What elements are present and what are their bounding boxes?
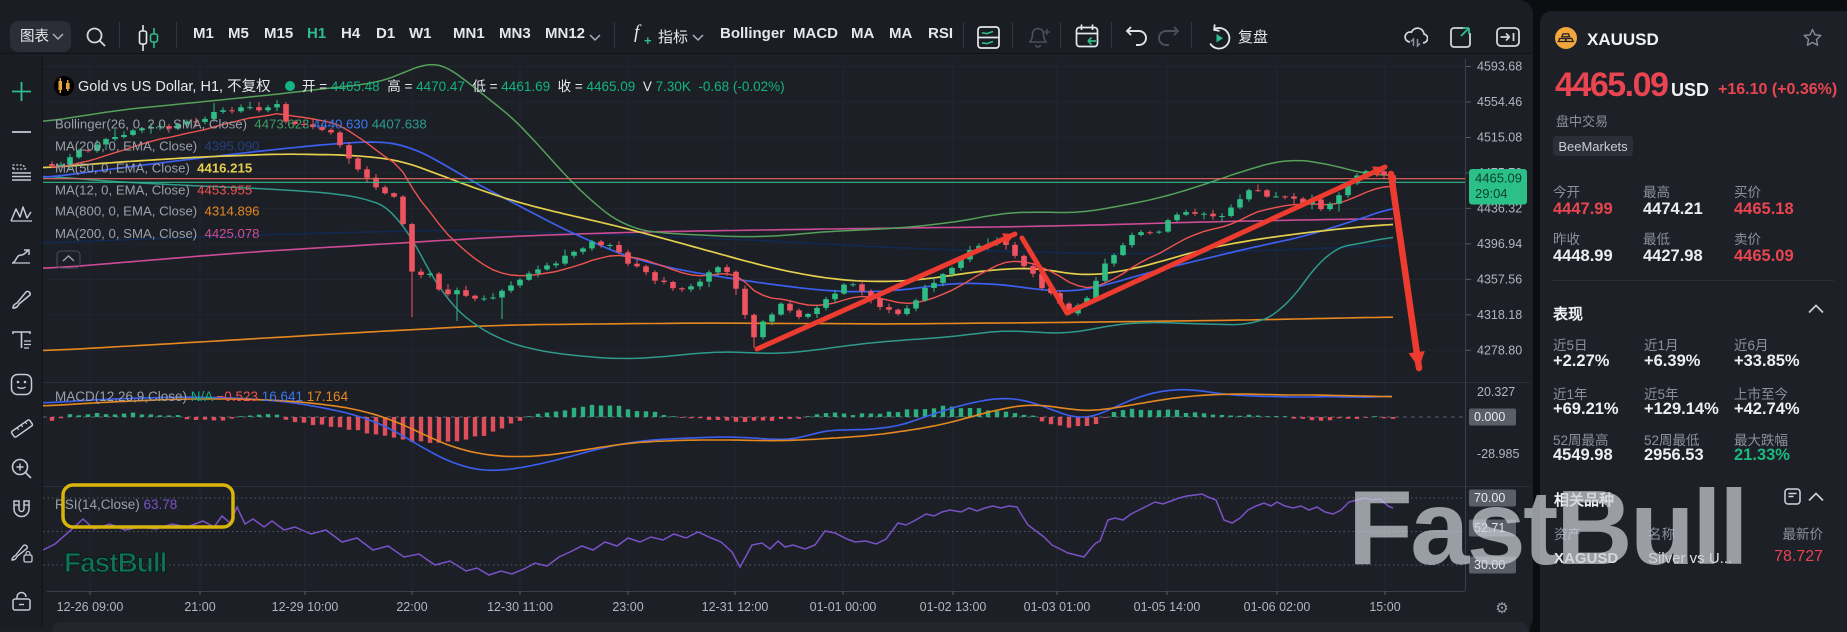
svg-text:RSI(14,Close) 63.78: RSI(14,Close) 63.78 (55, 497, 177, 512)
svg-text:12-26 09:00: 12-26 09:00 (57, 600, 124, 614)
svg-text:22:00: 22:00 (396, 600, 427, 614)
svg-text:01-01 00:00: 01-01 00:00 (810, 600, 877, 614)
svg-text:4318.18: 4318.18 (1477, 308, 1522, 322)
svg-text:4515.08: 4515.08 (1477, 131, 1522, 145)
svg-text:52.71: 52.71 (1474, 521, 1505, 535)
svg-text:20.327: 20.327 (1477, 385, 1515, 399)
svg-text:70.00: 70.00 (1474, 491, 1505, 505)
svg-text:23:00: 23:00 (612, 600, 643, 614)
svg-text:01-06 02:00: 01-06 02:00 (1244, 600, 1311, 614)
svg-text:MA(800, 0, EMA, Close) 4314.8: MA(800, 0, EMA, Close) 4314.896 (55, 204, 260, 219)
svg-text:Bollinger(26, 0, 2.0, SMA, Clo: Bollinger(26, 0, 2.0, SMA, Close) 4473.6… (55, 117, 427, 132)
svg-text:01-05 14:00: 01-05 14:00 (1134, 600, 1201, 614)
svg-text:MA(200, 0, EMA, Close) 4395.0: MA(200, 0, EMA, Close) 4395.090 (55, 139, 260, 154)
svg-text:4396.94: 4396.94 (1477, 237, 1522, 251)
svg-text:4554.46: 4554.46 (1477, 95, 1522, 109)
svg-text:4357.56: 4357.56 (1477, 273, 1522, 287)
svg-text:12-29 10:00: 12-29 10:00 (272, 600, 339, 614)
svg-text:21:00: 21:00 (184, 600, 215, 614)
svg-text:12-31 12:00: 12-31 12:00 (702, 600, 769, 614)
svg-text:-28.985: -28.985 (1477, 447, 1519, 461)
svg-text:FastBull: FastBull (64, 547, 166, 578)
svg-text:Gold vs US Dollar, H1, 不复权: Gold vs US Dollar, H1, 不复权 (78, 77, 271, 95)
svg-text:4278.80: 4278.80 (1477, 344, 1522, 358)
svg-text:MACD(12,26,9,Close) N/A −0.523: MACD(12,26,9,Close) N/A −0.523 16.641 17… (55, 389, 349, 404)
svg-text:4593.68: 4593.68 (1477, 60, 1522, 74)
svg-text:MA(50, 0, EMA, Close) 4416.21: MA(50, 0, EMA, Close) 4416.215 (55, 161, 252, 176)
svg-text:4465.09: 4465.09 (1475, 171, 1522, 186)
svg-text:⚙: ⚙ (1495, 600, 1508, 617)
svg-text:MA(12, 0, EMA, Close) 4453.95: MA(12, 0, EMA, Close) 4453.955 (55, 183, 252, 198)
svg-text:MA(200, 0, SMA, Close) 4425.0: MA(200, 0, SMA, Close) 4425.078 (55, 226, 260, 241)
svg-text:开 = 4465.48 高 = 4470.47 低 =: 开 = 4465.48 高 = 4470.47 低 = 4461.69 收 = … (302, 78, 785, 94)
svg-text:01-03 01:00: 01-03 01:00 (1024, 600, 1091, 614)
svg-text:0.000: 0.000 (1474, 410, 1505, 424)
svg-text:12-30 11:00: 12-30 11:00 (487, 600, 553, 614)
svg-text:15:00: 15:00 (1369, 600, 1400, 614)
svg-text:29:04: 29:04 (1475, 186, 1508, 201)
svg-text:30.00: 30.00 (1474, 558, 1505, 572)
svg-text:01-02 13:00: 01-02 13:00 (920, 600, 987, 614)
